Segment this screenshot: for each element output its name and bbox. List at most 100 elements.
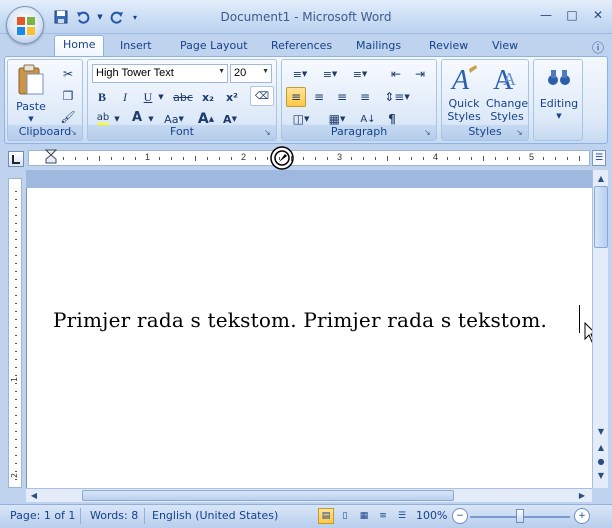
font-name-combo[interactable]: High Tower Text ▼ (92, 64, 228, 83)
align-center-button[interactable]: ≡ (309, 87, 329, 107)
zoom-level[interactable]: 100% (416, 509, 447, 522)
horizontal-scrollbar[interactable]: ◀ ▶ (26, 488, 592, 502)
underline-dropdown-icon[interactable]: ▼ (156, 87, 166, 107)
quick-styles-button[interactable]: A Quick Styles (444, 63, 484, 125)
close-button[interactable]: ✕ (590, 8, 606, 22)
italic-button[interactable]: I (115, 87, 135, 107)
ruler-tick (519, 157, 520, 160)
tab-view[interactable]: View (484, 37, 526, 56)
ruler-tick (579, 156, 580, 161)
vruler-tick (15, 431, 17, 432)
paste-button[interactable]: Paste ▼ (14, 64, 48, 124)
ruler-tick (159, 157, 160, 160)
tab-selector-button[interactable] (8, 151, 24, 167)
browse-object-icon: ● (597, 456, 605, 466)
web-layout-button[interactable]: ▦ (356, 508, 372, 524)
ruler-tick (219, 157, 220, 160)
tab-home[interactable]: Home (54, 35, 105, 56)
draft-view-button[interactable]: ☰ (394, 508, 410, 524)
clipboard-launcher-icon[interactable]: ↘ (70, 128, 80, 138)
scroll-right-button[interactable]: ▶ (576, 489, 588, 501)
vertical-ruler[interactable]: 1 2 (8, 178, 22, 488)
copy-icon: ❐ (62, 89, 74, 103)
bullets-button[interactable]: ≡ ▼ (286, 64, 314, 84)
page-count[interactable]: Page: 1 of 1 (10, 509, 75, 522)
copy-button[interactable]: ❐ (58, 86, 78, 106)
increase-indent-button[interactable]: ⇥ (410, 64, 430, 84)
ruler-tick (555, 157, 556, 160)
zoom-out-button[interactable]: − (452, 508, 468, 524)
editing-button[interactable]: Editing ▼ (536, 63, 582, 125)
document-text[interactable]: Primjer rada s tekstom. Primjer rada s t… (53, 308, 547, 332)
vruler-tick (15, 327, 17, 328)
scroll-left-button[interactable]: ◀ (28, 489, 40, 501)
bold-button[interactable]: B (92, 87, 112, 107)
scroll-down-button[interactable]: ▼ (594, 424, 608, 438)
shrink-font-label: A (223, 112, 232, 126)
tab-references[interactable]: References (263, 37, 340, 56)
ruler-tick (291, 156, 292, 161)
chevron-down-icon: ▼ (218, 68, 225, 75)
indent-marker-icon[interactable] (45, 149, 57, 165)
horizontal-scroll-thumb[interactable] (82, 490, 454, 501)
word-count[interactable]: Words: 8 (90, 509, 138, 522)
outline-view-button[interactable]: ≡ (375, 508, 391, 524)
ruler-tick (387, 156, 388, 161)
superscript-button[interactable]: x² (222, 87, 242, 107)
ruler-tick (303, 157, 304, 160)
justify-button[interactable]: ≡ (355, 87, 375, 107)
office-button[interactable] (6, 6, 44, 44)
format-painter-button[interactable]: 🖌 (58, 107, 78, 127)
subscript-button[interactable]: x₂ (198, 87, 218, 107)
horizontal-ruler[interactable]: 1 2 3 4 5 (28, 146, 590, 170)
paragraph-label: Paragraph (282, 125, 436, 140)
clear-formatting-button[interactable]: ⌫ (250, 86, 274, 106)
strikethrough-button[interactable]: abc (170, 87, 196, 107)
change-styles-button[interactable]: A A Change Styles (486, 63, 528, 125)
tab-insert[interactable]: Insert (112, 37, 160, 56)
underline-button[interactable]: U (138, 87, 158, 107)
chevron-down-icon: ▼ (303, 115, 310, 123)
font-launcher-icon[interactable]: ↘ (264, 128, 274, 138)
next-page-button[interactable]: ▼ (594, 468, 608, 482)
align-left-button[interactable]: ≡ (286, 87, 306, 107)
cut-button[interactable]: ✂ (58, 64, 78, 84)
tab-page-layout[interactable]: Page Layout (172, 37, 256, 56)
print-layout-view-button[interactable]: ▤ (318, 508, 334, 524)
tab-mailings[interactable]: Mailings (348, 37, 409, 56)
styles-launcher-icon[interactable]: ↘ (516, 128, 526, 138)
full-screen-reading-button[interactable]: ▯ (337, 508, 353, 524)
chevron-down-icon: ▼ (301, 70, 308, 78)
paragraph-launcher-icon[interactable]: ↘ (424, 128, 434, 138)
vruler-tick (15, 287, 17, 288)
ribbon-tabs: Home Insert Page Layout References Maili… (0, 34, 612, 56)
language-indicator[interactable]: English (United States) (152, 509, 278, 522)
decrease-indent-button[interactable]: ⇤ (386, 64, 406, 84)
document-page[interactable]: Primjer rada s tekstom. Primjer rada s t… (26, 188, 598, 488)
sort-icon: A↓ (360, 113, 376, 125)
ruler-tick (255, 157, 256, 160)
vertical-scroll-thumb[interactable] (594, 186, 608, 248)
restore-button[interactable]: □ (564, 8, 580, 22)
svg-text:A: A (450, 65, 470, 95)
align-right-button[interactable]: ≡ (332, 87, 352, 107)
numbering-button[interactable]: ≡ ▼ (316, 64, 344, 84)
tab-review[interactable]: Review (421, 37, 476, 56)
vruler-tick (15, 199, 17, 200)
scroll-up-button[interactable]: ▲ (594, 171, 608, 185)
ribbon: Paste ▼ ✂ ❐ 🖌 Clipboard ↘ High Tower Tex… (4, 56, 608, 144)
help-button[interactable]: ⓘ (584, 37, 612, 56)
zoom-in-button[interactable]: + (574, 508, 590, 524)
line-spacing-button[interactable]: ⇕≡ ▼ (382, 87, 412, 107)
view-ruler-button[interactable]: ☰ (592, 150, 606, 166)
multilevel-list-button[interactable]: ≡ ▼ (346, 64, 374, 84)
ruler-tick (267, 157, 268, 160)
zoom-slider-knob[interactable] (516, 509, 524, 523)
vertical-scrollbar[interactable]: ▲ ▼ ▲ ● ▼ (592, 170, 608, 488)
select-browse-object-button[interactable]: ● (594, 454, 608, 468)
change-styles-icon: A A (493, 65, 516, 95)
previous-page-button[interactable]: ▲ (594, 440, 608, 454)
minimize-button[interactable]: — (538, 8, 554, 22)
font-size-combo[interactable]: 20 ▼ (230, 64, 272, 83)
ruler-tick (327, 157, 328, 160)
